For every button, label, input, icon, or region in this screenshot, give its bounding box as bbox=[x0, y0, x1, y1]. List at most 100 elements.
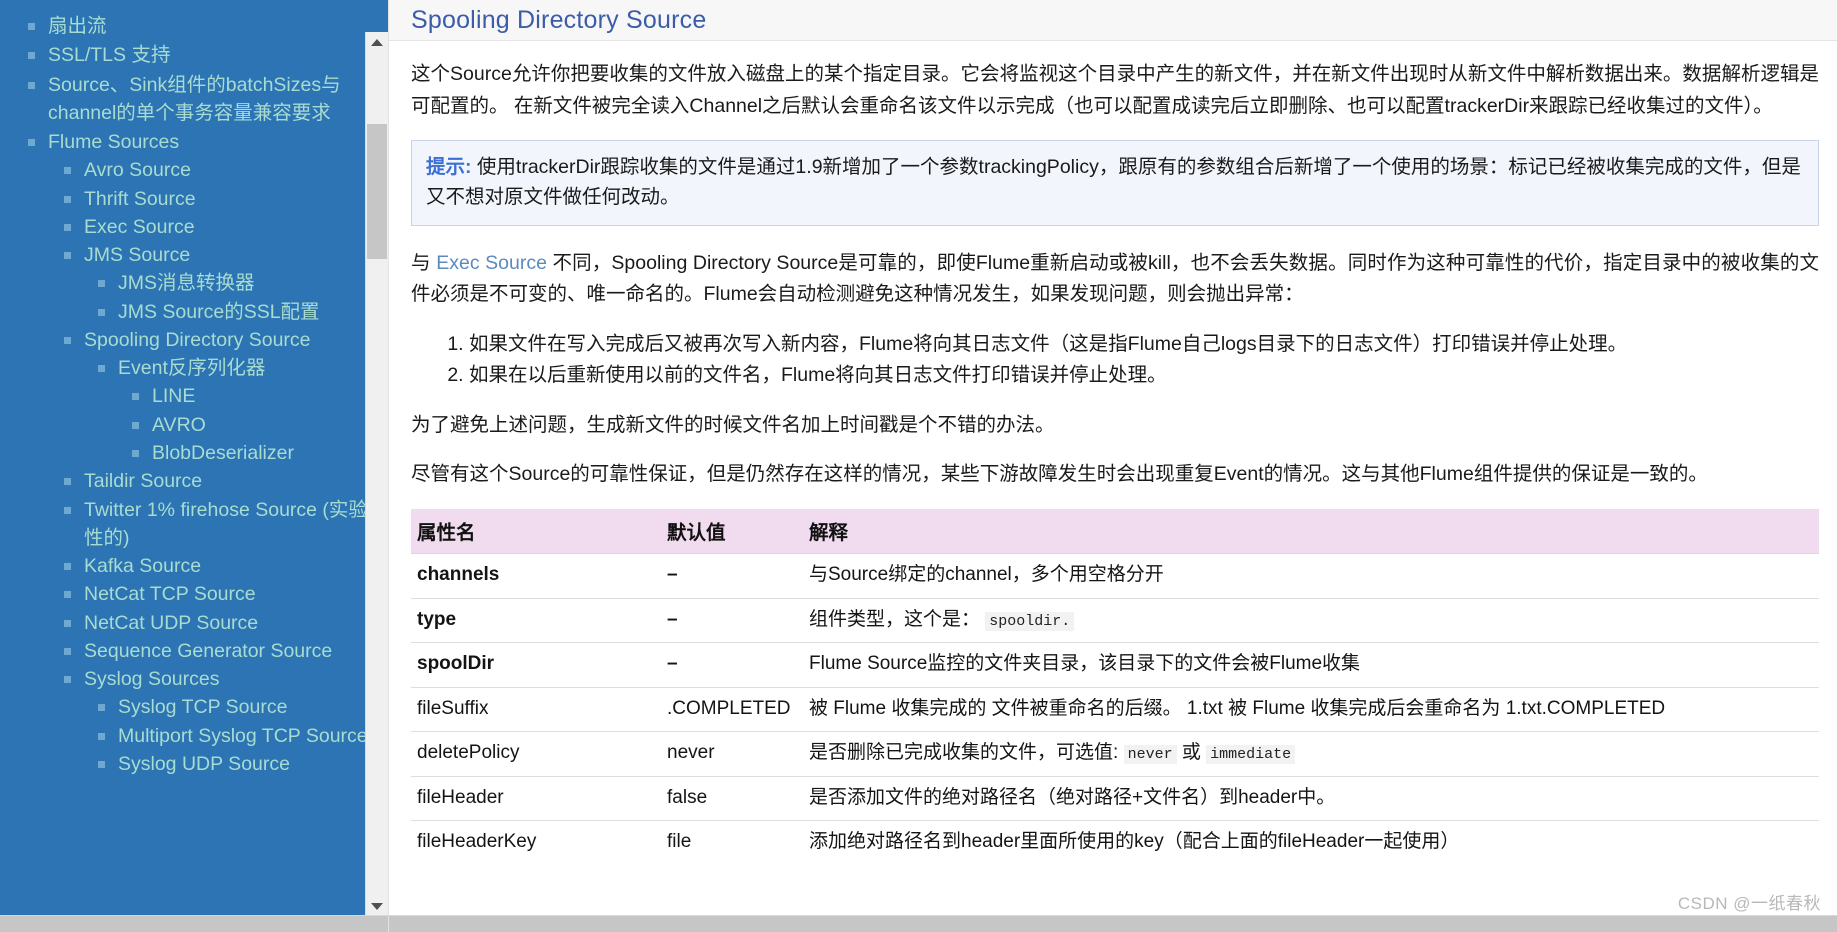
sidebar-item-label[interactable]: NetCat UDP Source bbox=[84, 609, 378, 637]
sidebar-item-batchsizes[interactable]: Source、Sink组件的batchSizes与channel的单个事务容量兼… bbox=[0, 71, 378, 128]
scroll-up-arrow-icon[interactable] bbox=[366, 32, 388, 52]
sidebar-item-label[interactable]: Syslog UDP Source bbox=[118, 750, 378, 778]
sidebar-item-label[interactable]: Taildir Source bbox=[84, 467, 378, 495]
bullet-icon bbox=[64, 563, 71, 570]
sidebar-item-syslog-sources[interactable]: Syslog Sources Syslog TCP Source Multipo… bbox=[48, 665, 378, 778]
table-row: channels – 与Source绑定的channel，多个用空格分开 bbox=[411, 554, 1819, 599]
sidebar-scrollbar-thumb[interactable] bbox=[367, 124, 387, 259]
table-row: fileHeaderKey file 添加绝对路径名到header里面所使用的k… bbox=[411, 821, 1819, 865]
cell-property-name: channels bbox=[411, 554, 661, 599]
sidebar-scrollbar[interactable] bbox=[365, 32, 388, 916]
sidebar-item-line[interactable]: LINE bbox=[118, 382, 378, 410]
scroll-down-arrow-icon[interactable] bbox=[366, 896, 388, 916]
desc-text: 是否添加文件的绝对路径名（绝对路径+文件名）到header中。 bbox=[809, 787, 1335, 808]
bullet-icon bbox=[98, 280, 105, 287]
desc-text: 与Source绑定的channel，多个用空格分开 bbox=[809, 564, 1164, 585]
sidebar-item-label[interactable]: Flume Sources bbox=[48, 128, 378, 156]
sidebar-item-taildir-source[interactable]: Taildir Source bbox=[48, 467, 378, 495]
page-root: 扇出流 SSL/TLS 支持 Source、Sink组件的batchSizes与… bbox=[0, 0, 1837, 932]
code-snippet: never bbox=[1124, 745, 1177, 764]
sidebar-item-label[interactable]: 扇出流 bbox=[48, 12, 378, 40]
triangle-down-icon bbox=[371, 903, 383, 910]
exec-source-link[interactable]: Exec Source bbox=[436, 252, 547, 274]
sidebar: 扇出流 SSL/TLS 支持 Source、Sink组件的batchSizes与… bbox=[0, 0, 388, 932]
tip-label: 提示: bbox=[426, 156, 472, 178]
sidebar-item-label[interactable]: Syslog TCP Source bbox=[118, 693, 378, 721]
table-row: fileHeader false 是否添加文件的绝对路径名（绝对路径+文件名）到… bbox=[411, 776, 1819, 821]
sidebar-item-fanout[interactable]: 扇出流 bbox=[0, 12, 378, 40]
bullet-icon bbox=[64, 224, 71, 231]
bullet-icon bbox=[98, 733, 105, 740]
sidebar-item-twitter-firehose-source[interactable]: Twitter 1% firehose Source (实验性的) bbox=[48, 496, 378, 553]
sidebar-item-label[interactable]: Source、Sink组件的batchSizes与channel的单个事务容量兼… bbox=[48, 71, 378, 128]
bullet-icon bbox=[64, 196, 71, 203]
sidebar-item-label[interactable]: Avro Source bbox=[84, 156, 378, 184]
sidebar-horizontal-scrollbar[interactable] bbox=[0, 915, 388, 932]
sidebar-item-label[interactable]: Kafka Source bbox=[84, 552, 378, 580]
sidebar-item-jms-source[interactable]: JMS Source JMS消息转换器 JMS Source的SSL配置 bbox=[48, 241, 378, 326]
sidebar-item-label[interactable]: Syslog Sources bbox=[84, 665, 378, 693]
sidebar-item-event-deserializer[interactable]: Event反序列化器 LINE bbox=[84, 354, 378, 467]
bullet-icon bbox=[28, 139, 35, 146]
desc-text: 被 Flume 收集完成的 文件被重命名的后缀。 1.txt 被 Flume 收… bbox=[809, 698, 1665, 719]
main-horizontal-scrollbar[interactable] bbox=[389, 915, 1837, 932]
bullet-icon bbox=[64, 337, 71, 344]
sidebar-item-label[interactable]: Exec Source bbox=[84, 213, 378, 241]
sidebar-item-avro-source[interactable]: Avro Source bbox=[48, 156, 378, 184]
sidebar-item-label[interactable]: SSL/TLS 支持 bbox=[48, 41, 378, 69]
sidebar-item-thrift-source[interactable]: Thrift Source bbox=[48, 185, 378, 213]
cell-description: 组件类型，这个是： spooldir. bbox=[803, 598, 1819, 643]
cell-description: 是否添加文件的绝对路径名（绝对路径+文件名）到header中。 bbox=[803, 776, 1819, 821]
sidebar-item-label[interactable]: Spooling Directory Source bbox=[84, 326, 378, 354]
sidebar-item-jms-ssl-config[interactable]: JMS Source的SSL配置 bbox=[84, 298, 378, 326]
bullet-icon bbox=[64, 167, 71, 174]
sidebar-item-label[interactable]: Sequence Generator Source bbox=[84, 637, 378, 665]
cell-property-name: fileHeader bbox=[411, 776, 661, 821]
sidebar-item-label[interactable]: JMS Source的SSL配置 bbox=[118, 298, 378, 326]
sidebar-item-label[interactable]: JMS Source bbox=[84, 241, 378, 269]
properties-table: 属性名 默认值 解释 channels – 与Source绑定的channel，… bbox=[411, 509, 1819, 865]
sidebar-item-netcat-tcp-source[interactable]: NetCat TCP Source bbox=[48, 580, 378, 608]
intro-paragraph: 这个Source允许你把要收集的文件放入磁盘上的某个指定目录。它会将监视这个目录… bbox=[411, 59, 1819, 122]
sidebar-item-label[interactable]: Multiport Syslog TCP Source bbox=[118, 722, 378, 750]
sidebar-item-label[interactable]: Thrift Source bbox=[84, 185, 378, 213]
sidebar-item-blobdeserializer[interactable]: BlobDeserializer bbox=[118, 439, 378, 467]
bullet-icon bbox=[64, 591, 71, 598]
table-row: type – 组件类型，这个是： spooldir. bbox=[411, 598, 1819, 643]
sidebar-item-flume-sources[interactable]: Flume Sources Avro Source Thrift Source bbox=[0, 128, 378, 778]
bullet-icon bbox=[28, 82, 35, 89]
sidebar-item-multiport-syslog-tcp-source[interactable]: Multiport Syslog TCP Source bbox=[84, 722, 378, 750]
sidebar-item-label[interactable]: Event反序列化器 bbox=[118, 354, 378, 382]
sidebar-item-kafka-source[interactable]: Kafka Source bbox=[48, 552, 378, 580]
sidebar-item-label[interactable]: BlobDeserializer bbox=[152, 439, 378, 467]
sidebar-item-label[interactable]: NetCat TCP Source bbox=[84, 580, 378, 608]
sidebar-item-label[interactable]: JMS消息转换器 bbox=[118, 269, 378, 297]
cell-description: 与Source绑定的channel，多个用空格分开 bbox=[803, 554, 1819, 599]
tip-callout: 提示: 使用trackerDir跟踪收集的文件是通过1.9新增加了一个参数tra… bbox=[411, 140, 1819, 225]
sidebar-item-label[interactable]: Twitter 1% firehose Source (实验性的) bbox=[84, 496, 378, 553]
sidebar-item-syslog-tcp-source[interactable]: Syslog TCP Source bbox=[84, 693, 378, 721]
sidebar-item-sequence-generator-source[interactable]: Sequence Generator Source bbox=[48, 637, 378, 665]
sidebar-item-jms-message-converter[interactable]: JMS消息转换器 bbox=[84, 269, 378, 297]
nav-list-level3: Event反序列化器 LINE bbox=[84, 354, 378, 467]
column-header-description: 解释 bbox=[803, 509, 1819, 554]
sidebar-item-label[interactable]: LINE bbox=[152, 382, 378, 410]
table-body: channels – 与Source绑定的channel，多个用空格分开 typ… bbox=[411, 554, 1819, 865]
cell-property-name: spoolDir bbox=[411, 643, 661, 688]
table-head: 属性名 默认值 解释 bbox=[411, 509, 1819, 554]
cell-default-value: file bbox=[661, 821, 803, 865]
sidebar-item-exec-source[interactable]: Exec Source bbox=[48, 213, 378, 241]
watermark: CSDN @一纸春秋 bbox=[1678, 889, 1821, 914]
cell-property-name: fileSuffix bbox=[411, 687, 661, 732]
sidebar-item-syslog-udp-source[interactable]: Syslog UDP Source bbox=[84, 750, 378, 778]
sidebar-item-label[interactable]: AVRO bbox=[152, 411, 378, 439]
bullet-icon bbox=[132, 450, 139, 457]
sidebar-item-avro[interactable]: AVRO bbox=[118, 411, 378, 439]
cell-property-name: type bbox=[411, 598, 661, 643]
tip-text: 使用trackerDir跟踪收集的文件是通过1.9新增加了一个参数trackin… bbox=[426, 156, 1801, 208]
sidebar-item-netcat-udp-source[interactable]: NetCat UDP Source bbox=[48, 609, 378, 637]
cell-property-name: fileHeaderKey bbox=[411, 821, 661, 865]
sidebar-item-ssl-tls[interactable]: SSL/TLS 支持 bbox=[0, 41, 378, 69]
list-item: 如果在以后重新使用以前的文件名，Flume将向其日志文件打印错误并停止处理。 bbox=[469, 360, 1819, 392]
sidebar-item-spooling-directory-source[interactable]: Spooling Directory Source Event反序列化器 bbox=[48, 326, 378, 467]
